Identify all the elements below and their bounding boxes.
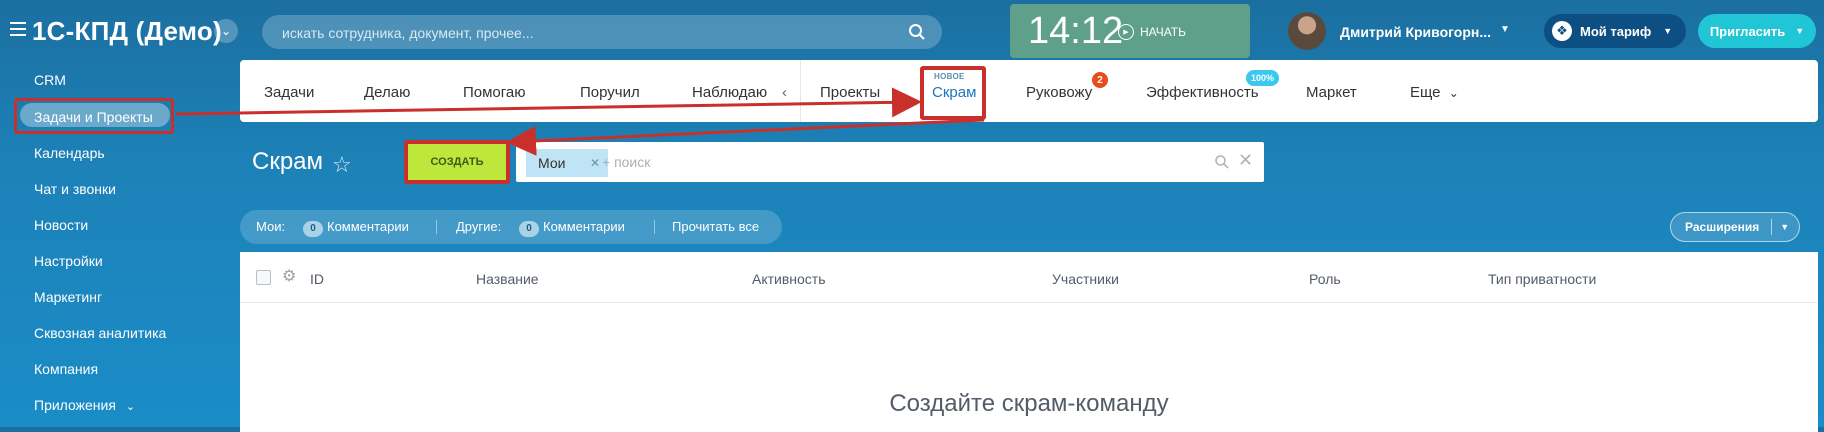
mine-count: 0 [303, 221, 323, 237]
column-activity[interactable]: Активность [752, 271, 826, 287]
extensions-label: Расширения [1685, 220, 1760, 234]
tab-projects[interactable]: Проекты [820, 84, 880, 101]
caret-down-icon[interactable]: ▼ [1780, 222, 1789, 232]
tab-more[interactable]: Еще ⌄ [1410, 84, 1459, 101]
scrum-table: ⚙ ID Название Активность Участники Роль … [240, 252, 1818, 432]
column-role[interactable]: Роль [1309, 271, 1341, 287]
tab-doing[interactable]: Делаю [364, 84, 410, 101]
caret-down-icon: ▼ [1663, 26, 1673, 36]
arrow-to-create-button [506, 118, 985, 156]
chevron-down-icon[interactable]: ⌄ [214, 19, 238, 43]
caret-down-icon: ▼ [1795, 26, 1805, 36]
sidebar-item-tasks[interactable]: Задачи и Проекты [34, 109, 153, 125]
tab-assigned[interactable]: Поручил [580, 84, 640, 101]
separator [436, 220, 437, 234]
tab-tasks[interactable]: Задачи [264, 84, 314, 101]
others-comments-label: Комментарии [543, 219, 625, 234]
sidebar-item-crm[interactable]: CRM [34, 72, 66, 88]
close-icon[interactable]: ✕ [590, 149, 600, 177]
chevron-down-icon: ⌄ [125, 401, 136, 413]
counter-badge: 2 [1092, 72, 1108, 88]
read-all-button[interactable]: Прочитать все [672, 219, 759, 234]
column-privacy[interactable]: Тип приватности [1488, 271, 1596, 287]
play-icon: ▶ [1118, 24, 1134, 40]
search-icon[interactable] [1214, 154, 1230, 170]
separator [654, 220, 655, 234]
sidebar-item-company[interactable]: Компания [34, 361, 98, 377]
sidebar-item-news[interactable]: Новости [34, 217, 88, 233]
tab-market[interactable]: Маркет [1306, 84, 1357, 101]
mine-comments-label: Комментарии [327, 219, 409, 234]
others-comments[interactable]: 0 Комментарии [519, 219, 625, 237]
invite-label: Пригласить [1709, 23, 1786, 39]
filter-input[interactable]: + поиск [602, 154, 650, 170]
menu-icon[interactable] [10, 22, 26, 36]
logo[interactable]: 1С-КПД (Демо) [32, 16, 222, 47]
tariff-label: Мой тариф [1580, 23, 1652, 39]
start-workday-button[interactable]: ▶ НАЧАТЬ [1118, 24, 1186, 40]
search-icon[interactable] [908, 23, 926, 41]
create-button[interactable]: СОЗДАТЬ [404, 140, 510, 184]
efficiency-badge: 100% [1246, 70, 1280, 86]
table-header: ⚙ ID Название Активность Участники Роль … [240, 252, 1818, 303]
column-name[interactable]: Название [476, 271, 539, 287]
tab-helping[interactable]: Помогаю [463, 84, 526, 101]
empty-state-message: Создайте скрам-команду [889, 390, 1169, 417]
tasks-tab-bar: Задачи Делаю Помогаю Поручил Наблюдаю ‹ … [240, 60, 1818, 122]
tab-efficiency[interactable]: Эффективность [1146, 84, 1259, 101]
filter-search[interactable]: Мои ✕ + поиск ✕ [516, 142, 1264, 182]
avatar[interactable] [1288, 12, 1326, 50]
select-all-checkbox[interactable] [256, 270, 271, 285]
clear-icon[interactable]: ✕ [1238, 150, 1253, 171]
sidebar-item-settings[interactable]: Настройки [34, 253, 103, 269]
create-label: СОЗДАТЬ [430, 156, 484, 168]
mine-comments[interactable]: 0 Комментарии [303, 219, 409, 237]
column-id[interactable]: ID [310, 271, 324, 287]
caret-down-icon[interactable]: ▼ [1500, 24, 1510, 35]
start-label: НАЧАТЬ [1140, 25, 1187, 39]
sidebar-item-apps[interactable]: Приложения ⌄ [34, 397, 135, 413]
user-name[interactable]: Дмитрий Кривогорн... [1340, 24, 1491, 40]
scrum-highlight-box [920, 66, 986, 120]
tab-more-label: Еще [1410, 84, 1441, 101]
tariff-button[interactable]: ❖ Мой тариф ▼ [1544, 14, 1686, 48]
extensions-button[interactable]: Расширения ▼ [1670, 212, 1800, 242]
gear-icon[interactable]: ⚙ [282, 266, 296, 286]
filter-chip-label: Мои [538, 155, 566, 171]
work-time-widget[interactable]: 14:12 ▶ НАЧАТЬ [1010, 4, 1250, 58]
sidebar-item-calendar[interactable]: Календарь [34, 145, 105, 161]
sidebar-item-analytics[interactable]: Сквозная аналитика [34, 325, 166, 341]
sidebar-item-label: Приложения [34, 397, 116, 413]
chevron-down-icon: ⌄ [1448, 86, 1459, 100]
tab-watching[interactable]: Наблюдаю [692, 84, 767, 101]
invite-button[interactable]: Пригласить ▼ [1698, 14, 1816, 48]
search-input[interactable] [262, 15, 904, 51]
others-count: 0 [519, 221, 539, 237]
column-members[interactable]: Участники [1052, 271, 1119, 287]
filter-chip[interactable]: Мои ✕ [526, 149, 608, 177]
divider [1771, 219, 1773, 235]
tab-divider [800, 60, 801, 122]
counters-bar: Мои: 0 Комментарии Другие: 0 Комментарии П… [240, 210, 782, 244]
mine-label: Мои: [256, 219, 286, 234]
global-search[interactable] [262, 15, 942, 51]
sidebar-item-marketing[interactable]: Маркетинг [34, 289, 102, 305]
tariff-icon: ❖ [1552, 21, 1572, 41]
sidebar-item-chat[interactable]: Чат и звонки [34, 181, 116, 197]
others-label: Другие: [456, 219, 502, 234]
clock-time: 14:12 [1028, 10, 1124, 52]
page-title: Скрам [252, 148, 324, 175]
chevron-left-icon[interactable]: ‹ [782, 84, 787, 101]
tab-leading[interactable]: Руковожу [1026, 84, 1092, 101]
star-icon[interactable]: ☆ [332, 152, 352, 178]
